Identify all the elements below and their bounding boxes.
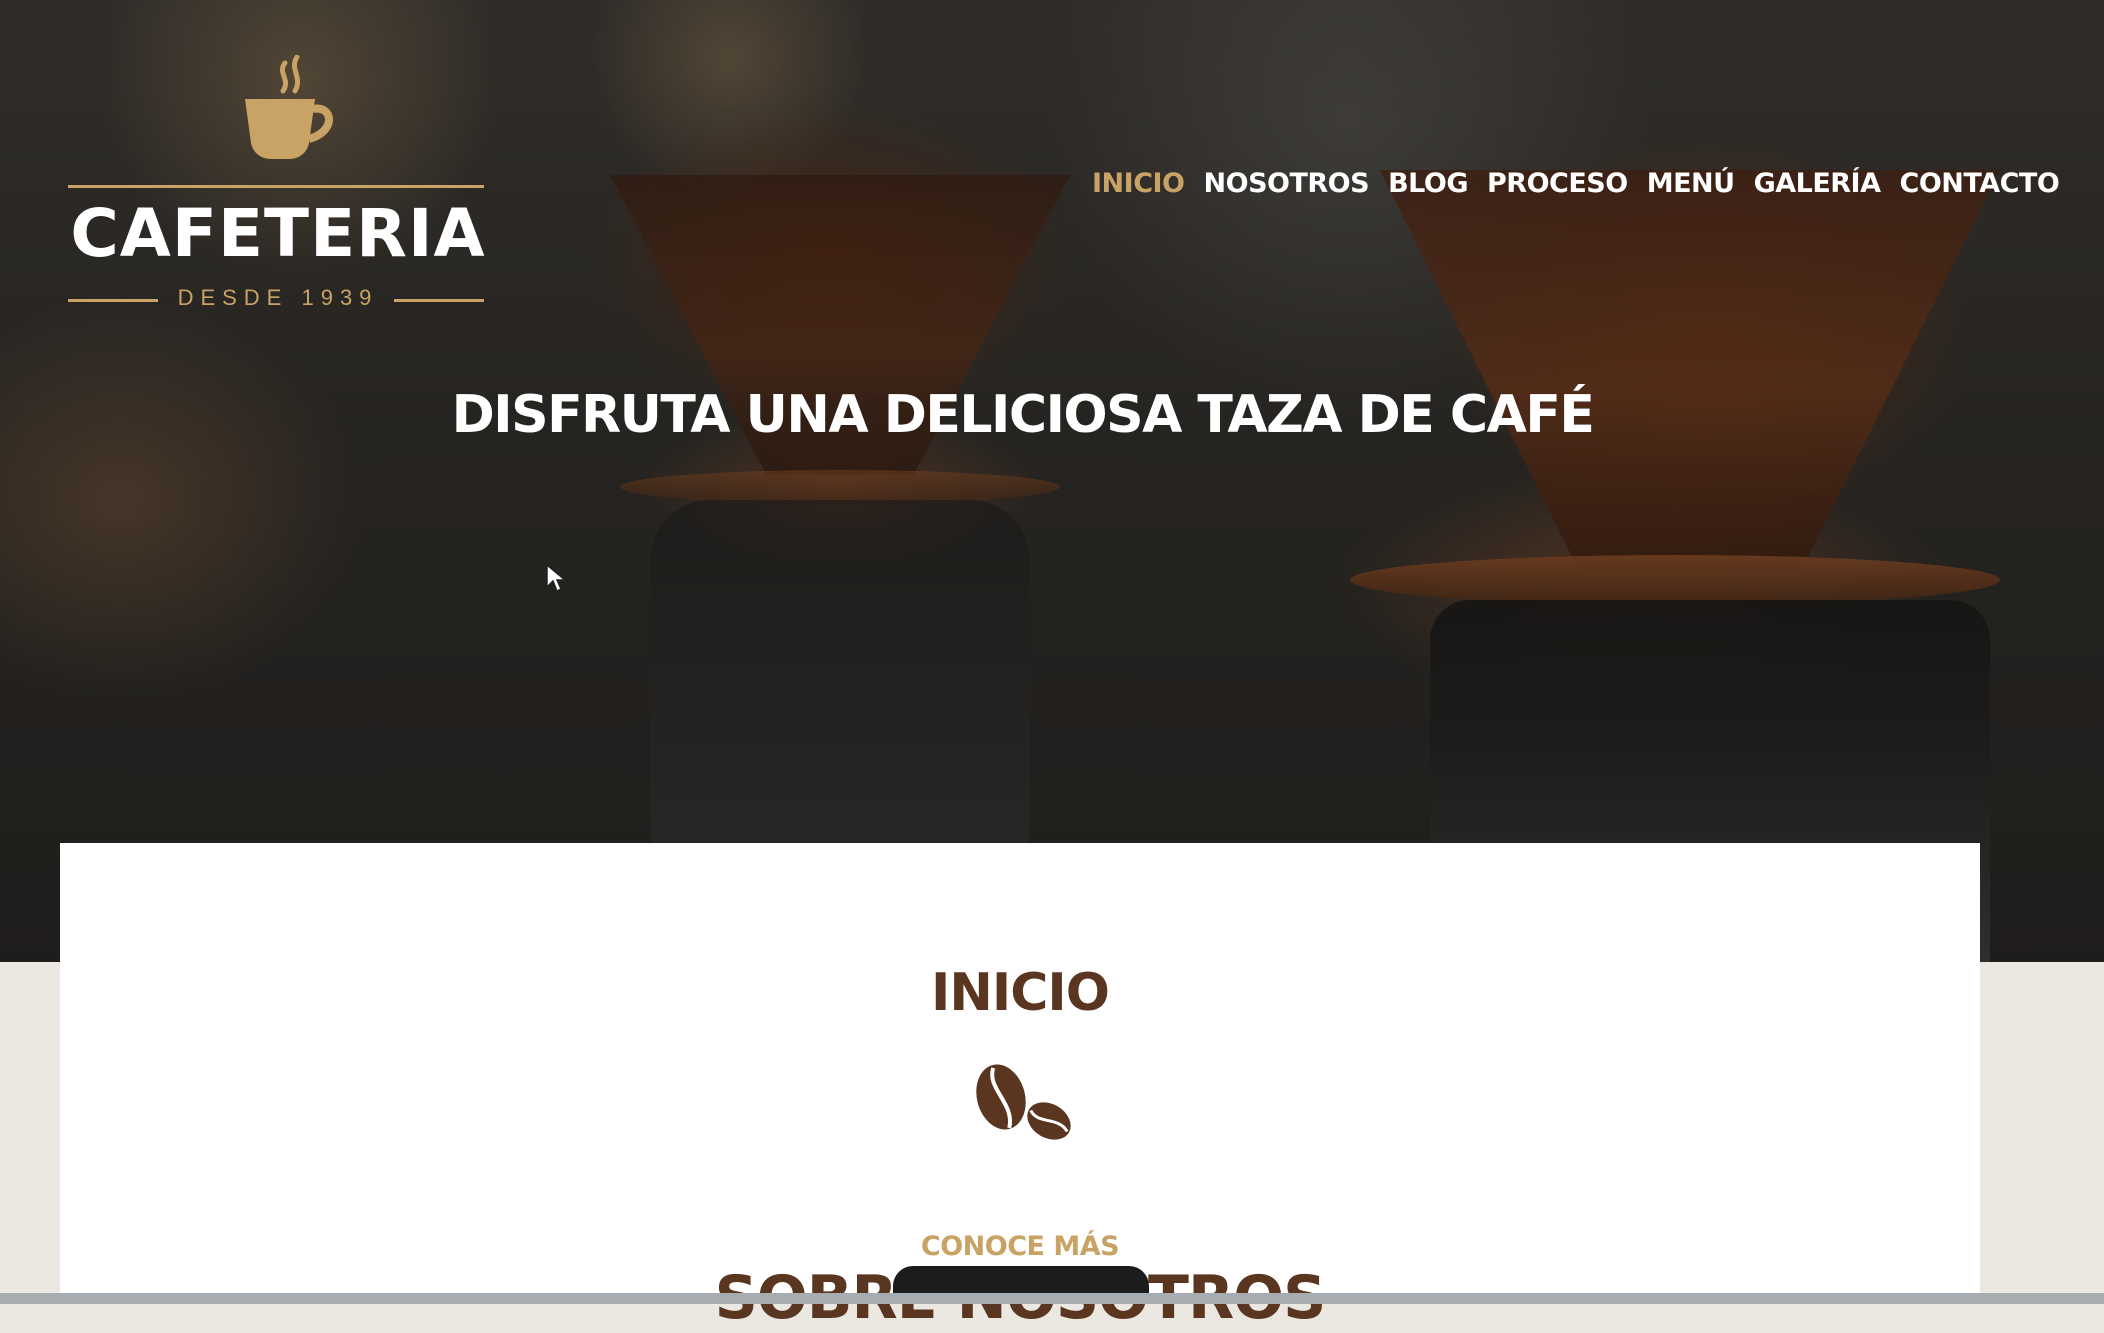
logo-divider [68, 185, 484, 188]
hero-title: DISFRUTA UNA DELICIOSA TAZA DE CAFÉ [451, 385, 1595, 445]
logo-since-line-right [394, 299, 484, 302]
logo-name: CAFETERIA [70, 195, 486, 272]
site-logo[interactable]: CAFETERIA DESDE 1939 [68, 55, 488, 315]
hero-section: CAFETERIA DESDE 1939 INICIO NOSOTROS BLO… [0, 0, 2104, 962]
nav-item-proceso[interactable]: PROCESO [1487, 168, 1628, 208]
logo-since-row: DESDE 1939 [68, 285, 488, 315]
nav-item-menu[interactable]: MENÚ [1647, 168, 1735, 208]
main-nav: INICIO NOSOTROS BLOG PROCESO MENÚ GALERÍ… [1092, 168, 2060, 208]
nav-item-galeria[interactable]: GALERÍA [1754, 168, 1881, 208]
nav-item-contacto[interactable]: CONTACTO [1900, 168, 2060, 208]
nav-item-blog[interactable]: BLOG [1388, 168, 1468, 208]
intro-card: INICIO CONOCE MÁS SOBRE NOSOTROS [60, 843, 1980, 1333]
coffee-cup-icon [245, 55, 333, 159]
section-kicker: CONOCE MÁS [920, 1231, 1120, 1262]
window-bottom-bar [0, 1293, 2104, 1304]
coffee-beans-icon [976, 1064, 1071, 1140]
mouse-cursor-icon [546, 563, 567, 593]
nav-item-nosotros[interactable]: NOSOTROS [1204, 168, 1370, 208]
section-title: INICIO [931, 963, 1110, 1023]
nav-item-inicio[interactable]: INICIO [1092, 168, 1185, 208]
logo-since: DESDE 1939 [177, 285, 379, 310]
